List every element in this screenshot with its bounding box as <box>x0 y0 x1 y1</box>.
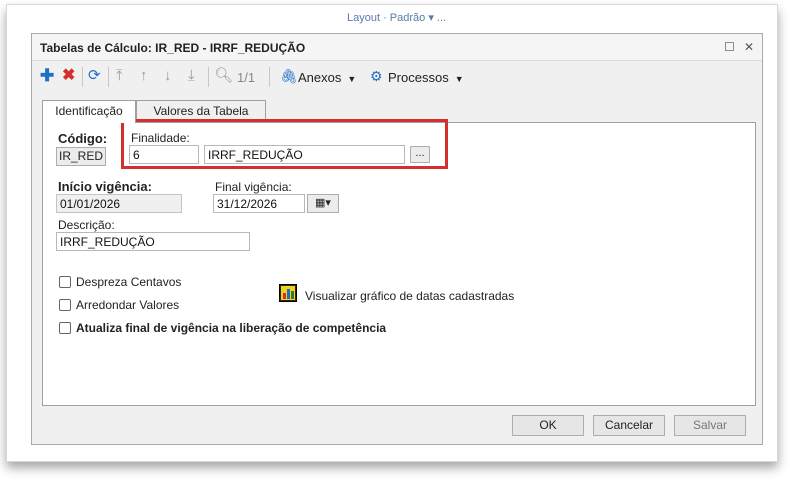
chevron-down-icon: ▼ <box>454 74 464 84</box>
calendar-dropdown-button[interactable]: ▦▾ <box>307 194 339 213</box>
background-toolbar-strip: Layout · Padrão ▾ ... <box>347 12 447 24</box>
previous-record-icon[interactable]: ↑ <box>140 68 148 84</box>
maximize-button[interactable]: ☐ <box>724 40 735 54</box>
finalidade-description-input[interactable]: IRRF_REDUÇÃO <box>204 145 405 164</box>
anexos-label: Anexos <box>298 70 342 85</box>
cancelar-button[interactable]: Cancelar <box>593 415 665 436</box>
add-icon[interactable]: ✚ <box>40 67 54 84</box>
tab-identificacao[interactable]: Identificação <box>42 100 136 123</box>
final-vigencia-label: Final vigência: <box>215 180 292 194</box>
toolbar-separator <box>269 67 270 87</box>
identificacao-panel <box>42 122 756 406</box>
chevron-down-icon: ▼ <box>347 74 357 84</box>
calendar-icon: ▦▾ <box>315 197 331 209</box>
despreza-centavos-label: Despreza Centavos <box>76 275 182 289</box>
codigo-field[interactable]: IR_RED <box>56 147 106 166</box>
ok-button[interactable]: OK <box>512 415 584 436</box>
screenshot-frame: Layout · Padrão ▾ ... Tabelas de Cálculo… <box>6 4 778 462</box>
toolbar-separator <box>108 67 109 87</box>
descricao-label: Descrição: <box>58 218 115 232</box>
inicio-vigencia-field: 01/01/2026 <box>56 194 182 213</box>
arredondar-valores-label: Arredondar Valores <box>76 298 180 312</box>
descricao-input[interactable]: IRRF_REDUÇÃO <box>56 232 250 251</box>
salvar-button[interactable]: Salvar <box>674 415 746 436</box>
arredondar-valores-checkbox[interactable] <box>59 299 71 311</box>
finalidade-lookup-button[interactable]: ... <box>410 146 430 163</box>
anexos-menu[interactable]: Anexos ▼ <box>298 70 356 85</box>
visualizar-grafico-link[interactable]: Visualizar gráfico de datas cadastradas <box>305 289 514 303</box>
last-record-icon[interactable]: ⤓ <box>188 68 195 84</box>
atualiza-final-vigencia-checkbox[interactable] <box>59 322 71 334</box>
delete-icon[interactable]: ✖ <box>62 68 75 84</box>
codigo-label: Código: <box>58 131 108 146</box>
toolbar-separator <box>208 67 209 87</box>
gear-icon: ⚙ <box>370 68 383 84</box>
inicio-vigencia-label: Início vigência: <box>58 179 152 194</box>
search-icon[interactable]: 🔍︎ <box>214 68 233 84</box>
despreza-centavos-checkbox[interactable] <box>59 276 71 288</box>
toolbar: ✚ ✖ ⟳ ⤒ ↑ ↓ ⤓ 🔍︎ 1/1 🖇︎ Anexos ▼ ⚙ Proces… <box>32 61 762 93</box>
chart-icon[interactable] <box>279 284 297 302</box>
finalidade-label: Finalidade: <box>131 131 190 145</box>
processos-menu[interactable]: Processos ▼ <box>388 70 464 85</box>
paperclip-icon: 🖇︎ <box>280 68 298 84</box>
refresh-icon[interactable]: ⟳ <box>88 68 101 84</box>
first-record-icon[interactable]: ⤒ <box>116 68 123 84</box>
dialog-titlebar: Tabelas de Cálculo: IR_RED - IRRF_REDUÇÃ… <box>32 34 762 61</box>
close-button[interactable]: ✕ <box>744 40 754 54</box>
tab-valores-da-tabela[interactable]: Valores da Tabela <box>136 100 266 121</box>
table-calc-dialog: Tabelas de Cálculo: IR_RED - IRRF_REDUÇÃ… <box>31 33 763 445</box>
page-indicator: 1/1 <box>237 70 256 85</box>
toolbar-separator <box>82 67 83 87</box>
finalidade-code-input[interactable]: 6 <box>129 145 199 164</box>
next-record-icon[interactable]: ↓ <box>164 68 172 84</box>
atualiza-final-vigencia-label: Atualiza final de vigência na liberação … <box>76 321 387 335</box>
dialog-title: Tabelas de Cálculo: IR_RED - IRRF_REDUÇÃ… <box>40 41 306 55</box>
processos-label: Processos <box>388 70 449 85</box>
final-vigencia-input[interactable]: 31/12/2026 <box>213 194 305 213</box>
